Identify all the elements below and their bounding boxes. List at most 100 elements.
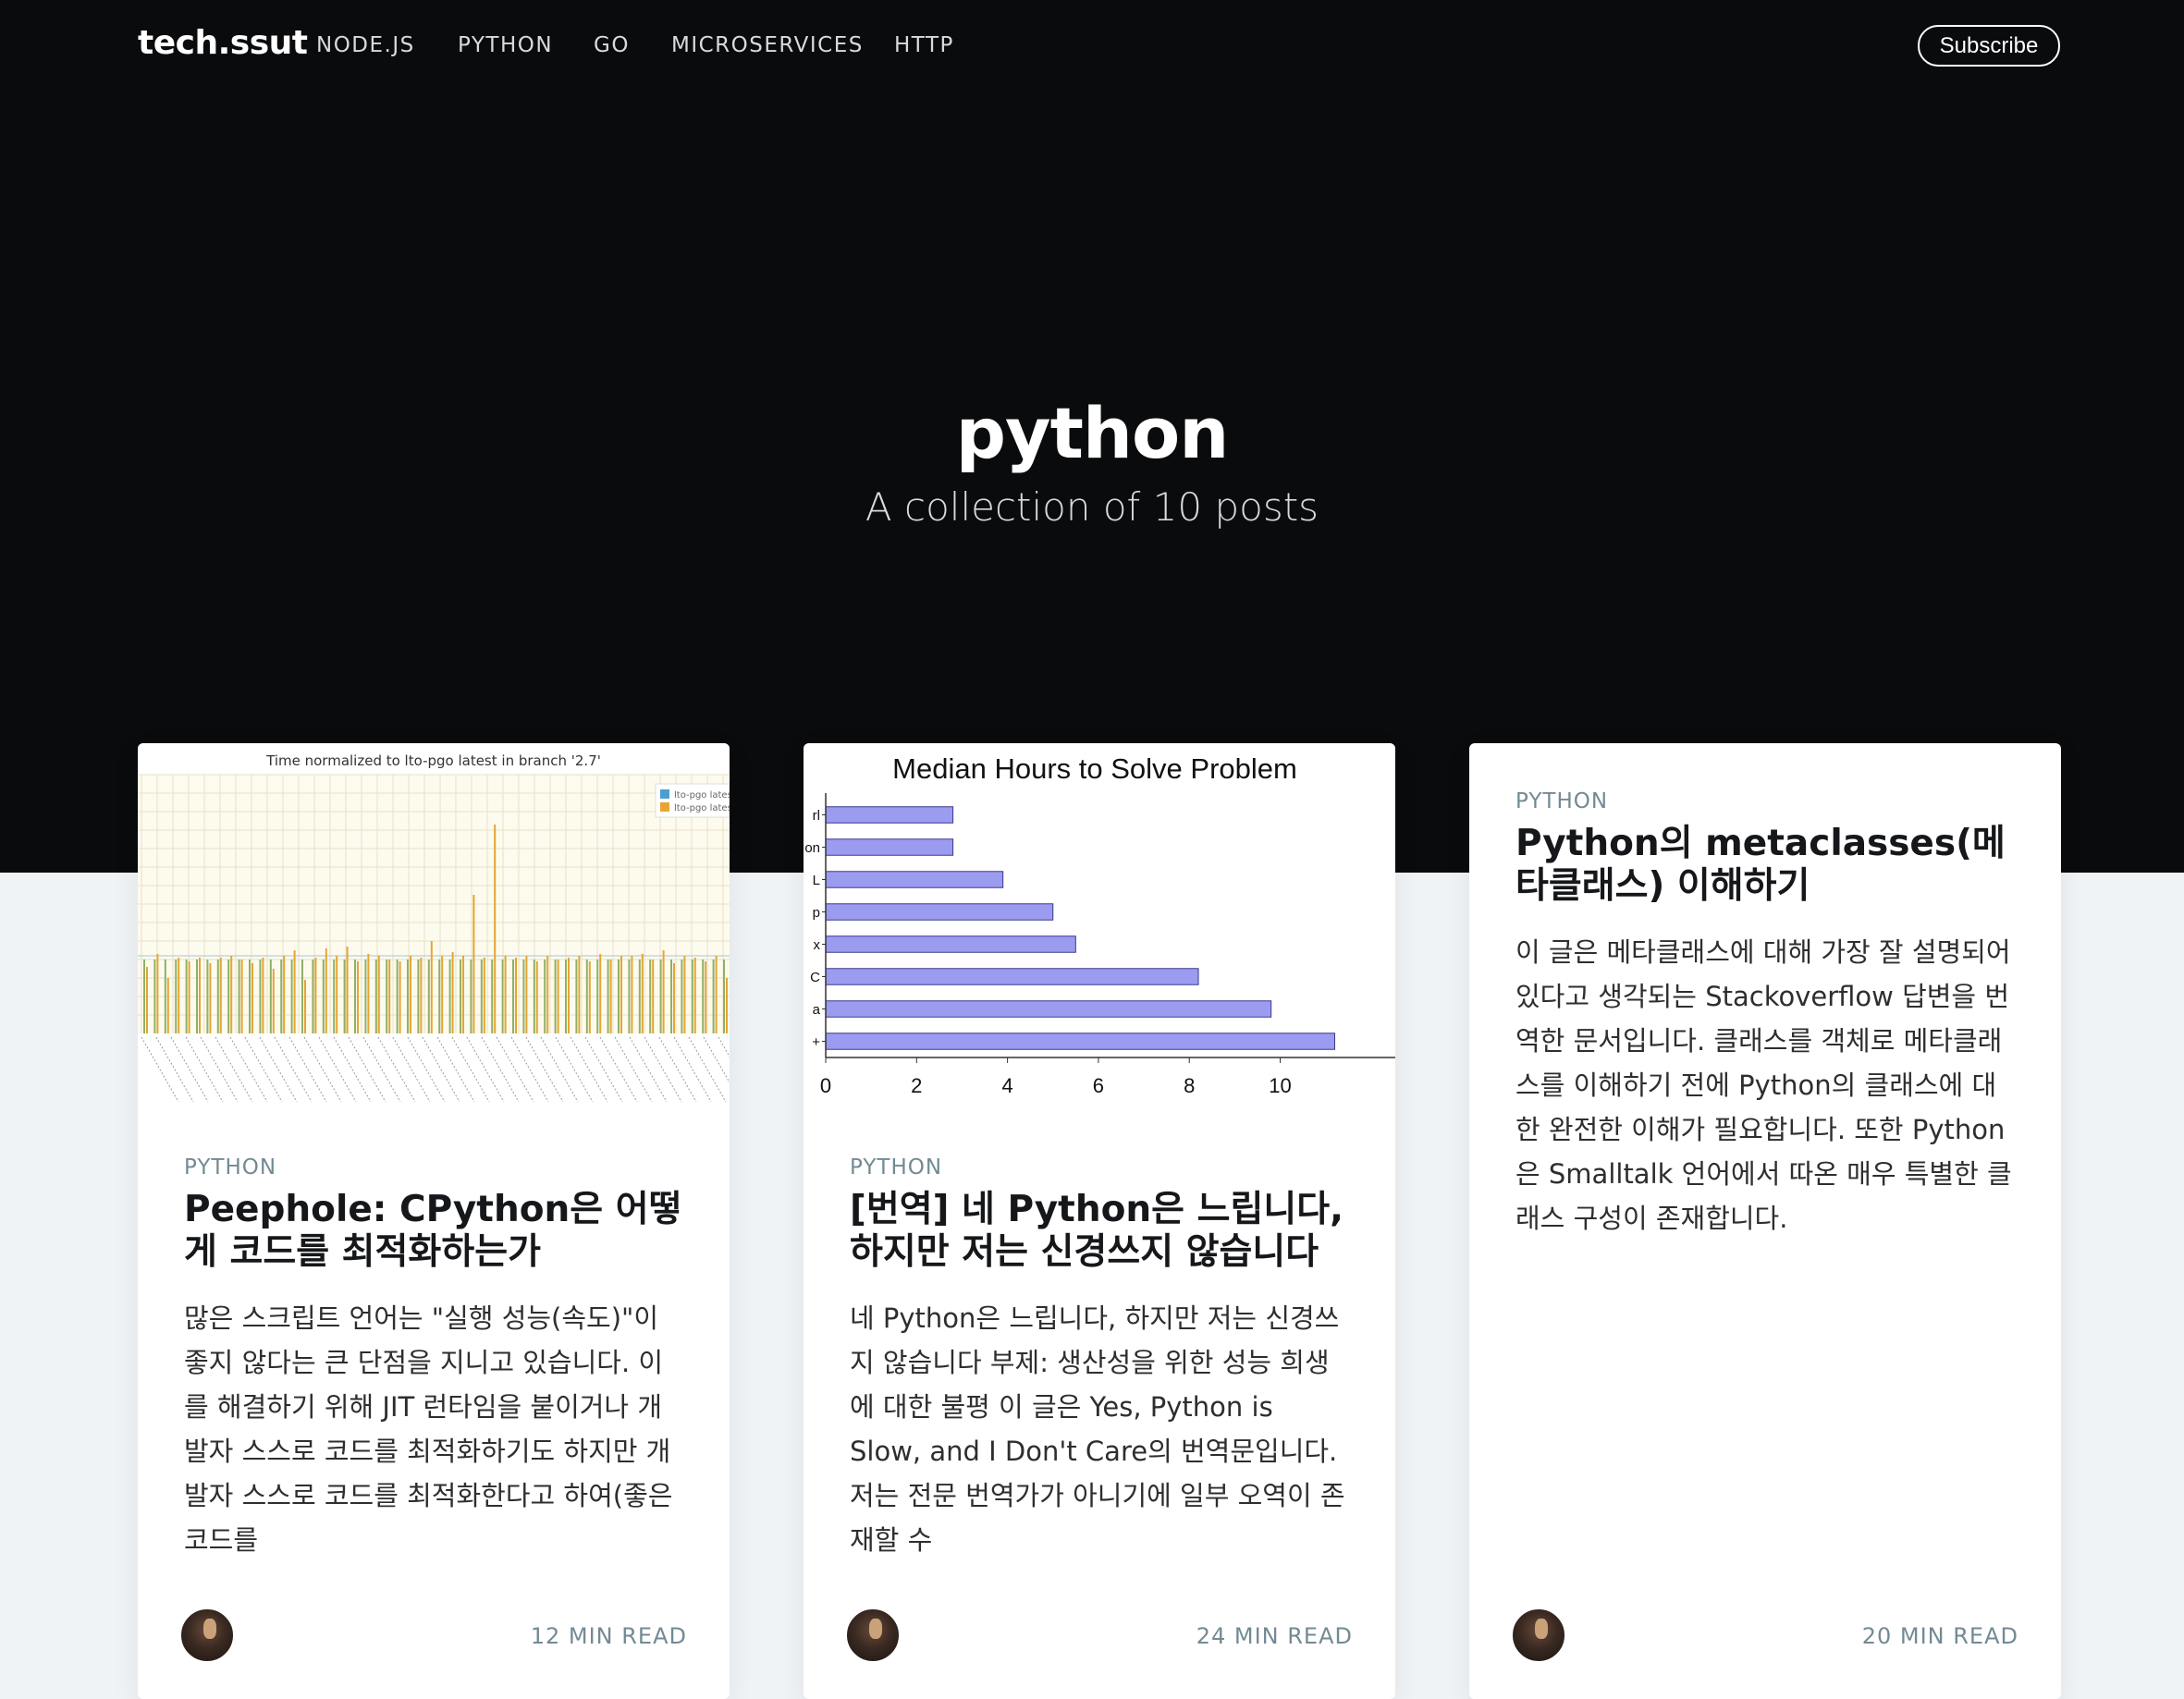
benchmark-x-label [407, 1036, 446, 1103]
post-meta: 12 MIN READ [178, 1607, 693, 1664]
page-description: A collection of 10 posts [865, 484, 1319, 530]
benchmark-bar-green [565, 960, 567, 1033]
benchmark-bar-green [227, 960, 230, 1033]
benchmark-bar-orange [726, 978, 728, 1033]
benchmark-bar-green [164, 960, 166, 1033]
nav-item-python[interactable]: PYTHON [458, 33, 553, 57]
y-tick-label: x [814, 937, 821, 953]
benchmark-bar-orange [336, 956, 338, 1033]
post-excerpt[interactable]: 네 Python은 느립니다, 하지만 저는 신경쓰지 않습니다 부제: 생산성… [850, 1296, 1349, 1562]
benchmark-x-label [155, 1036, 194, 1103]
benchmark-x-label [599, 1036, 638, 1103]
benchmark-bar-orange [283, 956, 286, 1033]
author-avatar[interactable] [1510, 1607, 1567, 1664]
chart-bars [825, 806, 1336, 1050]
benchmark-bar-orange [146, 967, 148, 1033]
post-tag[interactable]: PYTHON [1515, 789, 2015, 813]
benchmark-bar-orange [325, 948, 327, 1033]
post-title[interactable]: [번역] 네 Python은 느립니다, 하지만 저는 신경쓰지 않습니다 [850, 1189, 1349, 1274]
chart-bar [825, 903, 1054, 921]
benchmark-bar-orange [178, 958, 180, 1033]
nav-item-nodejs[interactable]: NODE.JS [316, 33, 415, 57]
chart-bar [825, 1000, 1272, 1018]
post-title[interactable]: Peephole: CPython은 어떻게 코드를 최적화하는가 [184, 1189, 683, 1274]
benchmark-bar-green [575, 960, 578, 1033]
benchmark-bar-green [712, 960, 715, 1033]
nav-item-microservices[interactable]: MICROSERVICES [671, 33, 864, 57]
nav-item-go[interactable]: GO [594, 33, 630, 57]
author-avatar[interactable] [844, 1607, 902, 1664]
benchmark-x-label [303, 1036, 342, 1103]
benchmark-bar-orange [156, 954, 159, 1033]
benchmark-x-label [185, 1036, 224, 1103]
site-logo[interactable]: tech.ssut [138, 24, 308, 62]
benchmark-x-label [377, 1036, 416, 1103]
y-tick-label: L [813, 873, 820, 888]
benchmark-bar-green [607, 960, 609, 1033]
benchmark-bar-green [512, 960, 514, 1033]
benchmark-bar-green [312, 960, 314, 1033]
benchmark-x-label [629, 1036, 668, 1103]
post-excerpt[interactable]: 이 글은 메타클래스에 대해 가장 잘 설명되어 있다고 생각되는 Stacko… [1515, 930, 2015, 1241]
author-avatar[interactable] [178, 1607, 236, 1664]
benchmark-bar-green [691, 960, 693, 1033]
benchmark-bar-green [249, 960, 251, 1033]
x-tick-label: 0 [820, 1074, 831, 1097]
x-tick-label: 8 [1184, 1074, 1195, 1097]
benchmark-bar-orange [705, 961, 707, 1033]
benchmark-bar-green [681, 960, 683, 1033]
post-meta: 20 MIN READ [1510, 1607, 2024, 1664]
benchmark-chart-title: Time normalized to lto-pgo latest in bra… [265, 752, 601, 769]
benchmark-bar-orange [441, 956, 444, 1033]
reading-time: 12 MIN READ [530, 1623, 687, 1649]
benchmark-bar-green [596, 960, 599, 1033]
subscribe-button[interactable]: Subscribe [1918, 25, 2060, 67]
x-tick-label: 6 [1093, 1074, 1104, 1097]
post-image[interactable]: Time normalized to lto-pgo latest in bra… [138, 743, 730, 1104]
post-title[interactable]: Python의 metaclasses(메타클래스) 이해하기 [1515, 823, 2015, 908]
benchmark-bar-green [185, 960, 188, 1033]
benchmark-bar-green [470, 960, 472, 1033]
benchmark-bar-green [407, 960, 409, 1033]
post-tag[interactable]: PYTHON [184, 1155, 683, 1180]
benchmark-bar-orange [367, 954, 370, 1033]
benchmark-bar-orange [399, 961, 401, 1033]
chart-title: Median Hours to Solve Problem [892, 752, 1297, 785]
nav-item-http[interactable]: HTTP [894, 33, 954, 57]
post-card[interactable]: Time normalized to lto-pgo latest in bra… [138, 743, 730, 1699]
benchmark-x-label [525, 1036, 564, 1103]
benchmark-bar-green [491, 960, 494, 1033]
benchmark-bar-green [364, 960, 367, 1033]
benchmark-bar-orange [620, 956, 622, 1033]
chart-bar [825, 935, 1076, 953]
benchmark-bar-orange [483, 958, 485, 1033]
benchmark-bar-orange [568, 958, 570, 1033]
post-card[interactable]: PYTHON Python의 metaclasses(메타클래스) 이해하기 이… [1469, 743, 2061, 1699]
post-tag[interactable]: PYTHON [850, 1155, 1349, 1180]
benchmark-x-label [333, 1036, 372, 1103]
y-tick-label: C [810, 970, 820, 985]
benchmark-x-label [614, 1036, 653, 1103]
benchmark-bar-orange [631, 956, 633, 1033]
benchmark-bar-orange [599, 954, 602, 1033]
benchmark-bar-orange [641, 954, 644, 1033]
chart-bar [825, 806, 954, 824]
post-content: PYTHON Python의 metaclasses(메타클래스) 이해하기 이… [1515, 789, 2015, 1241]
benchmark-bar-orange [377, 956, 380, 1033]
benchmark-bar-orange [673, 963, 675, 1033]
reading-time: 24 MIN READ [1196, 1623, 1353, 1649]
post-image[interactable]: Median Hours to Solve Problem rl on Lp x Ca +… [804, 743, 1395, 1104]
benchmark-x-label [348, 1036, 386, 1103]
benchmark-x-label [481, 1036, 520, 1103]
benchmark-bar-orange [314, 958, 317, 1033]
benchmark-bar-green [322, 960, 325, 1033]
benchmark-bar-green [427, 960, 430, 1033]
benchmark-x-label [644, 1036, 682, 1103]
benchmark-bar-orange [357, 961, 359, 1033]
benchmark-x-label [244, 1036, 283, 1103]
y-tick-label: on [804, 840, 820, 856]
post-card[interactable]: Median Hours to Solve Problem rl on Lp x Ca +… [804, 743, 1395, 1699]
benchmark-x-label [200, 1036, 239, 1103]
benchmark-x-label [215, 1036, 253, 1103]
post-excerpt[interactable]: 많은 스크립트 언어는 "실행 성능(속도)"이 좋지 않다는 큰 단점을 지니… [184, 1296, 683, 1562]
